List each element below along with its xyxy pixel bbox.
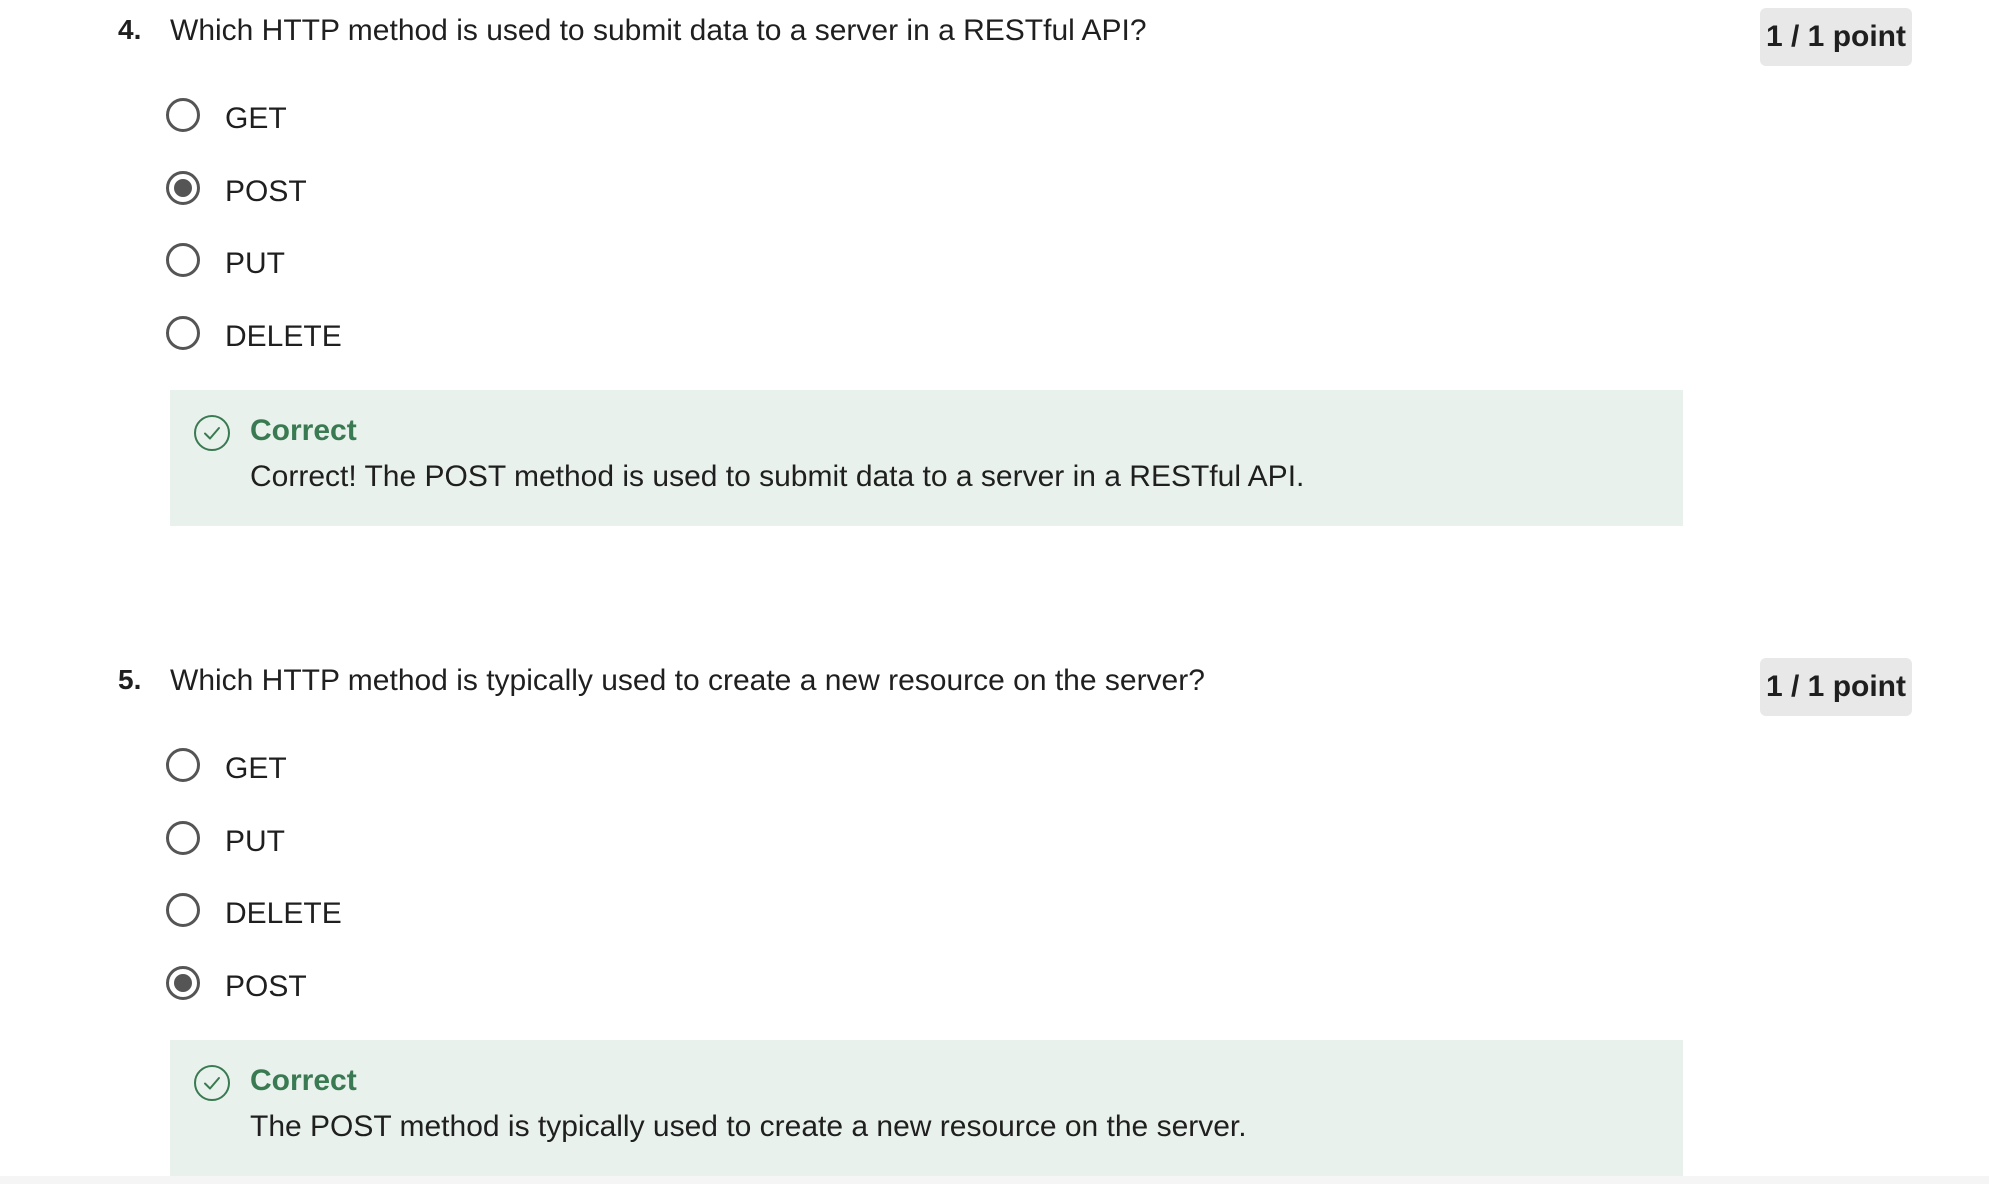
feedback-correct: Correct Correct! The POST method is used… — [170, 390, 1683, 526]
option-label: GET — [225, 752, 287, 785]
option-label: POST — [225, 970, 307, 1004]
option-delete[interactable]: DELETE — [166, 893, 342, 966]
feedback-title: Correct — [250, 414, 357, 447]
option-put[interactable]: PUT — [166, 820, 342, 894]
radio-button[interactable] — [166, 316, 200, 351]
feedback-title: Correct — [250, 1064, 357, 1097]
check-circle-icon — [194, 415, 230, 451]
option-label: PUT — [225, 824, 285, 858]
option-delete[interactable]: DELETE — [166, 316, 342, 389]
radio-button[interactable] — [166, 98, 200, 132]
option-put[interactable]: PUT — [166, 243, 342, 316]
radio-button[interactable] — [166, 243, 200, 278]
points-badge: 1 / 1 point — [1760, 658, 1912, 716]
option-label: DELETE — [225, 320, 342, 354]
radio-button[interactable] — [166, 820, 200, 855]
check-circle-icon — [194, 1065, 230, 1101]
question-text: Which HTTP method is typically used to c… — [170, 664, 1205, 697]
option-post[interactable]: POST — [166, 966, 342, 1039]
question-number: 5. — [118, 664, 142, 695]
quiz-page: 4. Which HTTP method is used to submit d… — [0, 0, 1989, 1184]
page-bottom-edge — [0, 1176, 1989, 1184]
feedback-text: The POST method is typically used to cre… — [250, 1110, 1247, 1143]
option-label: PUT — [225, 247, 285, 281]
option-label: GET — [225, 102, 287, 135]
radio-button-selected[interactable] — [166, 966, 200, 1001]
feedback-correct: Correct The POST method is typically use… — [170, 1040, 1683, 1176]
radio-button[interactable] — [166, 893, 200, 928]
question-number: 4. — [118, 14, 142, 45]
radio-button-selected[interactable] — [166, 170, 200, 205]
answer-options: GET POST PUT DELETE — [166, 98, 342, 389]
feedback-text: Correct! The POST method is used to subm… — [250, 460, 1305, 493]
answer-options: GET PUT DELETE POST — [166, 748, 342, 1039]
option-label: POST — [225, 174, 307, 208]
option-label: DELETE — [225, 897, 342, 931]
radio-button[interactable] — [166, 748, 200, 782]
option-get[interactable]: GET — [166, 748, 342, 821]
question-text: Which HTTP method is used to submit data… — [170, 14, 1147, 47]
points-badge: 1 / 1 point — [1760, 8, 1912, 66]
option-post[interactable]: POST — [166, 170, 342, 244]
option-get[interactable]: GET — [166, 98, 342, 171]
